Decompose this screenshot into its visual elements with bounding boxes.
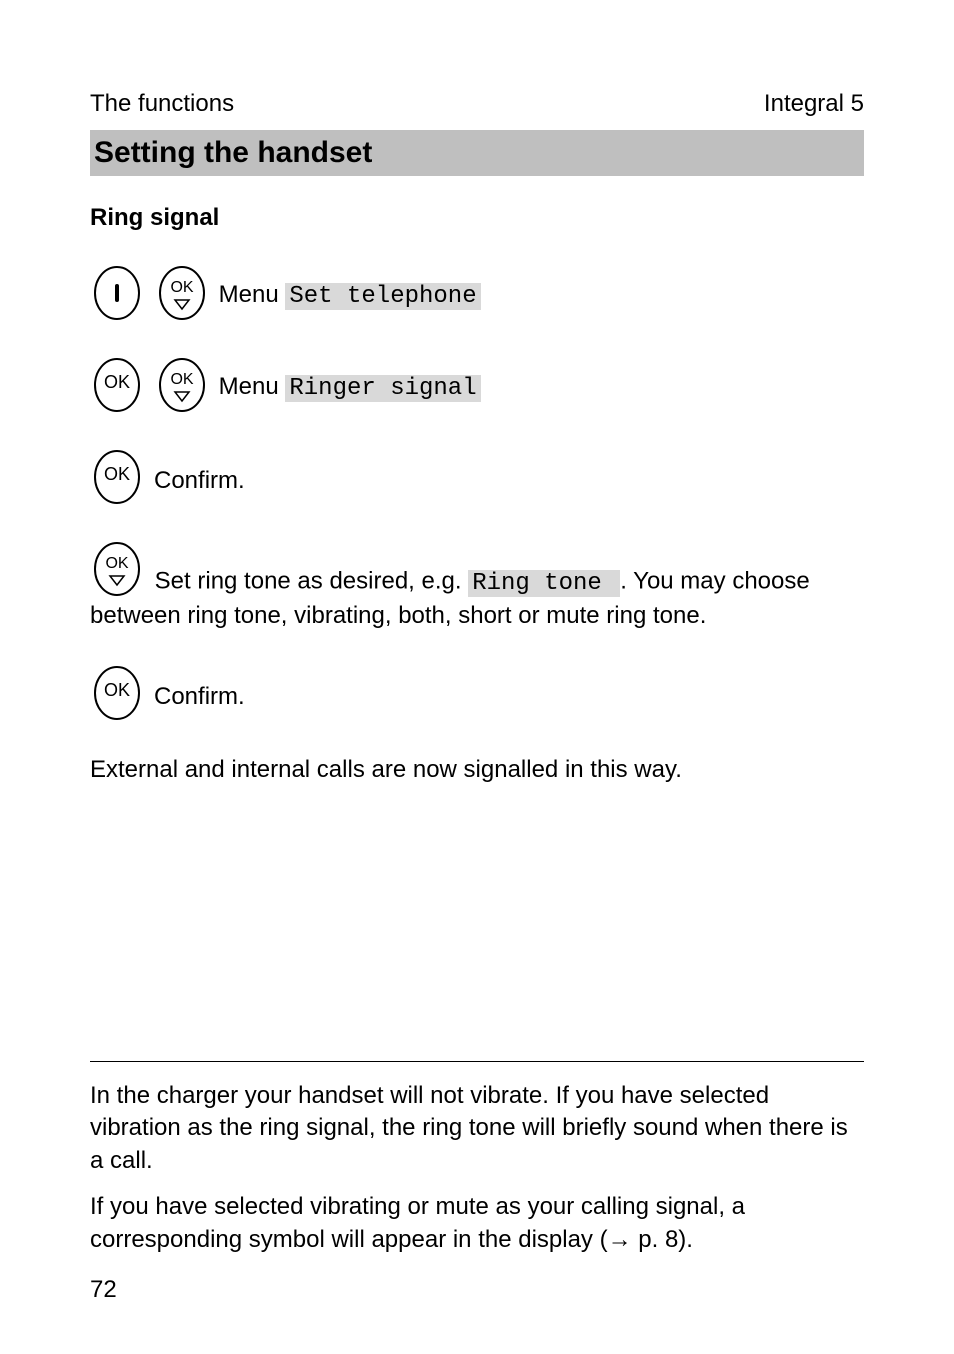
step1-code: Set telephone [285, 283, 480, 310]
note-1: In the charger your handset will not vib… [90, 1080, 864, 1177]
page: The functions Integral 5 Setting the han… [0, 0, 954, 1354]
step4-pre: Set ring tone as desired, e.g. [155, 568, 469, 595]
step1-prefix: Menu [219, 281, 286, 308]
step-3: Confirm. [90, 446, 864, 508]
note-2: If you have selected vibrating or mute a… [90, 1191, 864, 1256]
page-title: Setting the handset [90, 130, 864, 176]
step4-code: Ring tone [468, 570, 620, 597]
bottom-notes: In the charger your handset will not vib… [90, 1061, 864, 1304]
divider [90, 1061, 864, 1062]
ok-down-icon [155, 262, 209, 324]
step2-code: Ringer signal [285, 375, 480, 402]
step-4: Set ring tone as desired, e.g. Ring tone… [90, 538, 864, 632]
ok-icon [90, 354, 144, 416]
ok-down-icon [90, 538, 144, 600]
step3-text: Confirm. [154, 465, 245, 496]
header-row: The functions Integral 5 [90, 90, 864, 118]
ok-icon [90, 662, 144, 724]
ok-icon [90, 446, 144, 508]
header-right: Integral 5 [764, 90, 864, 118]
arrow-icon: → [608, 1226, 632, 1253]
step5-text: Confirm. [154, 681, 245, 712]
step-5: Confirm. [90, 662, 864, 724]
subheading: Ring signal [90, 204, 864, 232]
power-icon [90, 262, 144, 324]
note2-post: p. 8). [632, 1226, 693, 1253]
step2-prefix: Menu [219, 373, 286, 400]
ok-down-icon [155, 354, 209, 416]
step-2: Menu Ringer signal [90, 354, 864, 416]
body-after: External and internal calls are now sign… [90, 754, 864, 786]
header-left: The functions [90, 90, 234, 118]
step-1: Menu Set telephone [90, 262, 864, 324]
page-number: 72 [90, 1276, 864, 1304]
